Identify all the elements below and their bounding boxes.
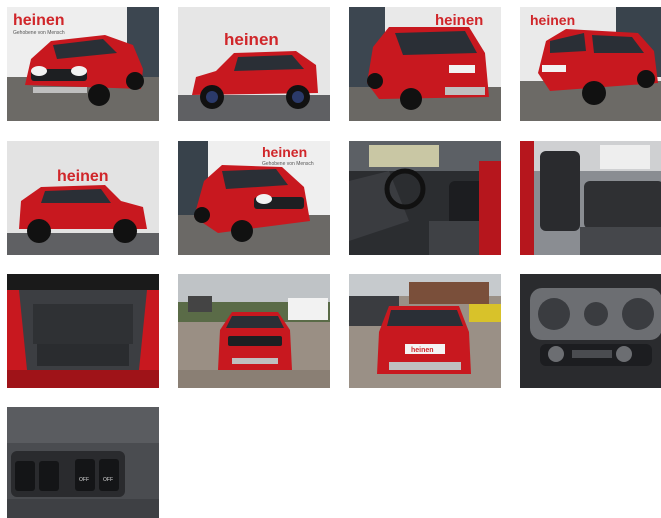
brand-tagline: Gehobene von Mensch bbox=[13, 30, 65, 36]
gallery-thumbnail-8[interactable] bbox=[520, 141, 661, 255]
gallery-thumbnail-5[interactable]: heinen bbox=[7, 141, 159, 255]
gallery-thumbnail-7[interactable] bbox=[349, 141, 501, 255]
gallery-thumbnail-3[interactable]: heinen bbox=[349, 7, 501, 121]
gallery-thumbnail-4[interactable]: heinen bbox=[520, 7, 661, 121]
switch-label: OFF bbox=[103, 477, 113, 483]
gallery-thumbnail-10[interactable] bbox=[178, 274, 330, 388]
dash-switches-photo: OFF OFF bbox=[7, 407, 159, 518]
brand-logo-text: heinen bbox=[262, 144, 307, 160]
car-photo-front: heinen Gehobene von Mensch bbox=[7, 7, 159, 121]
photo-gallery: heinen Gehobene von Mensch heinen heinen… bbox=[0, 0, 661, 518]
brand-logo-text: heinen bbox=[57, 168, 109, 185]
car-photo-side-right: heinen bbox=[7, 141, 159, 255]
car-photo-rear: heinen bbox=[349, 7, 501, 121]
trunk-photo bbox=[7, 274, 159, 388]
car-front-lot-photo bbox=[178, 274, 330, 388]
license-plate-text: heinen bbox=[411, 347, 434, 354]
gallery-thumbnail-6[interactable]: heinen Gehobene von Mensch bbox=[178, 141, 330, 255]
climate-controls-photo bbox=[520, 274, 661, 388]
switch-label: OFF bbox=[79, 477, 89, 483]
brand-tagline: Gehobene von Mensch bbox=[262, 161, 314, 167]
gallery-thumbnail-13[interactable]: OFF OFF bbox=[7, 407, 159, 518]
car-photo-side-left: heinen bbox=[178, 7, 330, 121]
gallery-thumbnail-1[interactable]: heinen Gehobene von Mensch bbox=[7, 7, 159, 121]
gallery-thumbnail-12[interactable] bbox=[520, 274, 661, 388]
brand-logo-text: heinen bbox=[530, 12, 575, 28]
interior-driver-photo bbox=[349, 141, 501, 255]
gallery-thumbnail-2[interactable]: heinen bbox=[178, 7, 330, 121]
interior-rear-seats-photo bbox=[520, 141, 661, 255]
gallery-thumbnail-9[interactable] bbox=[7, 274, 159, 388]
gallery-thumbnail-11[interactable]: heinen bbox=[349, 274, 501, 388]
brand-logo-text: heinen bbox=[435, 12, 483, 29]
car-photo-front-right: heinen Gehobene von Mensch bbox=[178, 141, 330, 255]
car-rear-lot-photo: heinen bbox=[349, 274, 501, 388]
brand-logo-text: heinen bbox=[224, 30, 279, 49]
car-photo-rear-left: heinen bbox=[520, 7, 661, 121]
brand-logo-text: heinen bbox=[13, 12, 65, 29]
